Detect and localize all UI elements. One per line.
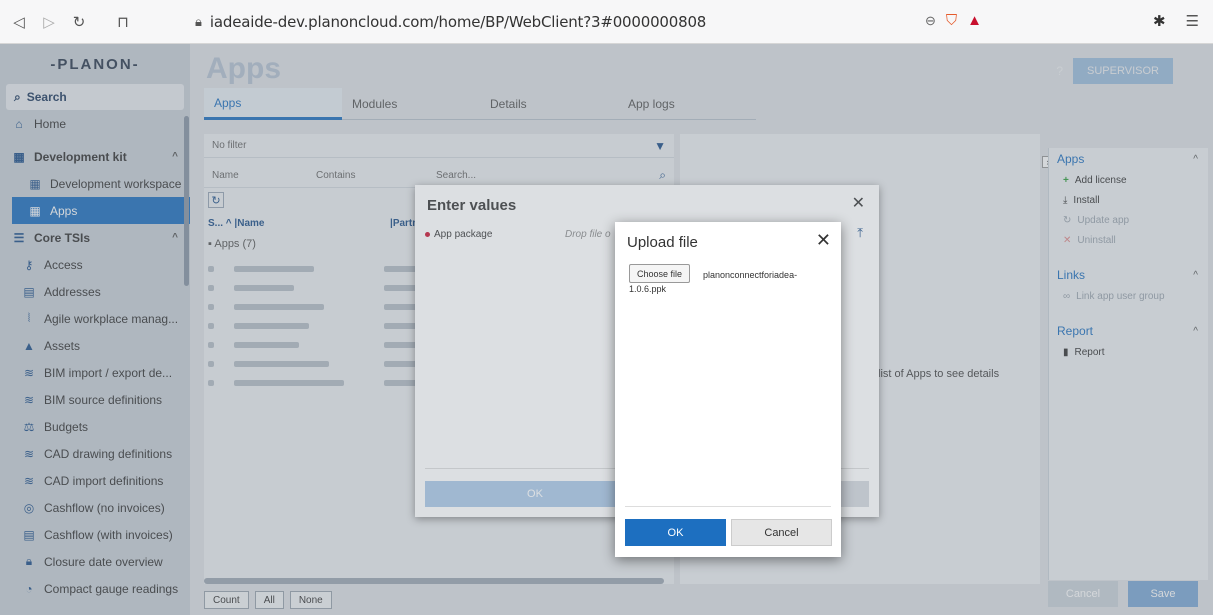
close-icon[interactable]: ✕	[816, 230, 831, 251]
forward-icon[interactable]: ▷	[38, 11, 60, 33]
zoom-icon[interactable]: ⊖	[925, 13, 936, 29]
browser-toolbar: ◁ ▷ ↻ ⊓ 🔒︎ iadeaide-dev.planoncloud.com/…	[0, 0, 1213, 44]
upload-file-dialog: Upload file ✕ planonconnectforiadea-1.0.…	[615, 222, 841, 557]
bookmark-icon[interactable]: ⊓	[112, 11, 134, 33]
menu-icon[interactable]: ☰	[1186, 12, 1199, 30]
url-text: iadeaide-dev.planoncloud.com/home/BP/Web…	[209, 13, 707, 31]
address-bar[interactable]: 🔒︎ iadeaide-dev.planoncloud.com/home/BP/…	[195, 9, 1035, 35]
brave-shield-icon[interactable]: ⛉	[946, 12, 957, 29]
dialog-title: Upload file	[627, 234, 698, 251]
back-icon[interactable]: ◁	[8, 11, 30, 33]
extensions-icon[interactable]: ✱	[1153, 12, 1166, 30]
lock-icon: 🔒︎	[195, 14, 202, 29]
upload-ok-button[interactable]: OK	[625, 519, 726, 546]
choose-file-button[interactable]: Choose file	[629, 264, 691, 283]
brave-rewards-icon[interactable]: ▲	[967, 12, 982, 29]
reload-icon[interactable]: ↻	[68, 11, 90, 33]
upload-cancel-button[interactable]: Cancel	[731, 519, 832, 546]
divider	[625, 506, 831, 507]
